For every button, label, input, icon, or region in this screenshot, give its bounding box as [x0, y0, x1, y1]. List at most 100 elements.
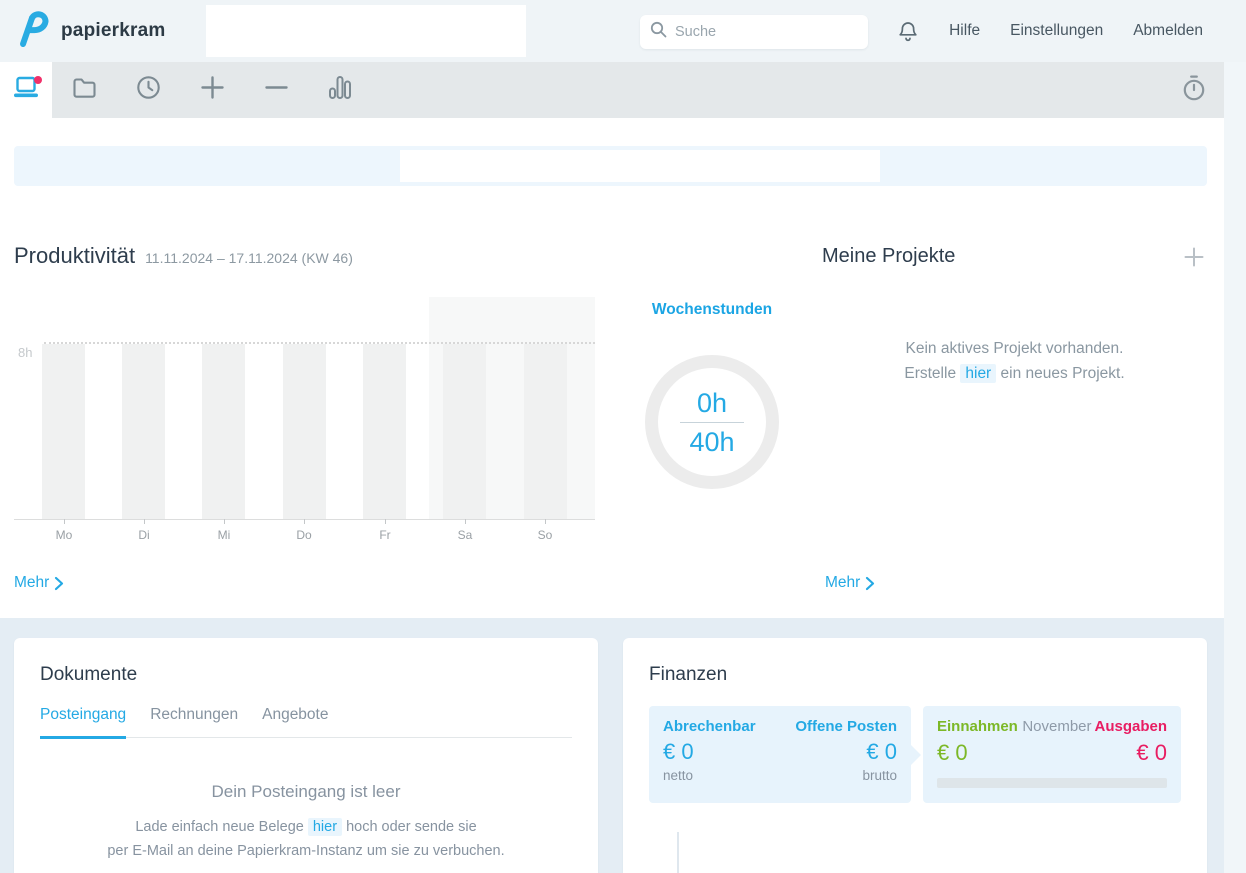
axis-tick — [224, 519, 225, 524]
tab-add-income[interactable] — [180, 62, 244, 118]
chevron-right-icon — [865, 576, 875, 591]
month-finance-box[interactable]: Einnahmen November Ausgaben € 0 € 0 — [923, 706, 1181, 803]
day-bar-so — [524, 344, 567, 519]
projects-empty-state: Kein aktives Projekt vorhanden. Erstelle… — [822, 336, 1207, 386]
productivity-more-link[interactable]: Mehr — [14, 574, 64, 592]
income-expense-progress-bar — [937, 778, 1167, 788]
axis-tick — [304, 519, 305, 524]
tab-posteingang[interactable]: Posteingang — [40, 706, 126, 739]
billable-box-arrow — [910, 744, 921, 766]
papierkram-dashboard: papierkram Hilfe Einstellungen Abmelden — [0, 0, 1246, 873]
week-hours-title: Wochenstunden — [631, 301, 793, 319]
week-hours-target: 40h — [689, 427, 734, 457]
help-link[interactable]: Hilfe — [949, 22, 980, 40]
gauge-divider — [680, 422, 744, 423]
inbox-empty-text: Lade einfach neue Belege hier hoch oder … — [40, 815, 572, 863]
info-banner — [14, 146, 1207, 186]
billable-box[interactable]: Abrechenbar Offene Posten € 0 € 0 netto … — [649, 706, 911, 803]
target-hours-label: 8h — [18, 345, 32, 360]
inbox-empty-line2: per E-Mail an deine Papierkram-Instanz u… — [107, 843, 504, 859]
day-label-mi: Mi — [204, 528, 244, 542]
tab-dashboard[interactable] — [0, 62, 52, 118]
tab-angebote[interactable]: Angebote — [262, 706, 328, 737]
redacted-banner-content — [400, 150, 880, 182]
day-bar-fr — [363, 344, 406, 519]
header-menu: Hilfe Einstellungen Abmelden — [897, 0, 1203, 62]
day-bar-mi — [202, 344, 245, 519]
minus-icon — [264, 75, 289, 105]
expenses-value: € 0 — [1136, 740, 1167, 766]
app-header: papierkram Hilfe Einstellungen Abmelden — [0, 0, 1246, 62]
upload-receipt-link[interactable]: hier — [308, 818, 342, 836]
add-project-plus-icon — [1184, 247, 1204, 267]
billable-label: Abrechenbar — [663, 718, 756, 735]
axis-tick — [144, 519, 145, 524]
projects-empty-line1: Kein aktives Projekt vorhanden. — [906, 340, 1124, 357]
day-label-so: So — [525, 528, 565, 542]
income-value: € 0 — [937, 740, 968, 766]
finances-chart-axis — [677, 832, 679, 873]
day-label-fr: Fr — [365, 528, 405, 542]
axis-tick — [385, 519, 386, 524]
day-bar-di — [122, 344, 165, 519]
open-items-gross-label: brutto — [862, 768, 897, 783]
redacted-header-panel — [206, 5, 526, 57]
search-input[interactable] — [675, 24, 845, 40]
projects-more-link[interactable]: Mehr — [825, 574, 875, 592]
productivity-date-range: 11.11.2024 – 17.11.2024 (KW 46) — [145, 250, 353, 266]
day-bar-mo — [42, 344, 85, 519]
clock-icon — [136, 75, 161, 105]
logout-link[interactable]: Abmelden — [1133, 22, 1203, 40]
brand-name: papierkram — [61, 20, 165, 42]
create-project-link[interactable]: hier — [960, 364, 996, 383]
week-hours-current: 0h — [697, 388, 727, 418]
tab-projects[interactable] — [52, 62, 116, 118]
more-label: Mehr — [825, 574, 860, 592]
plus-icon — [200, 75, 225, 105]
axis-tick — [545, 519, 546, 524]
folder-icon — [72, 77, 97, 104]
search-bar[interactable] — [640, 15, 868, 49]
notifications-bell-icon[interactable] — [897, 20, 919, 43]
notification-dot — [34, 76, 42, 84]
timer-button[interactable] — [1181, 62, 1207, 118]
tab-rechnungen[interactable]: Rechnungen — [150, 706, 238, 737]
papierkram-logo[interactable]: papierkram — [12, 0, 165, 62]
tab-add-expense[interactable] — [244, 62, 308, 118]
main-toolbar — [0, 62, 1224, 118]
day-label-do: Do — [284, 528, 324, 542]
axis-tick — [64, 519, 65, 524]
more-label: Mehr — [14, 574, 49, 592]
stopwatch-icon — [1181, 74, 1207, 107]
productivity-title: Produktivität — [14, 243, 135, 269]
day-label-di: Di — [124, 528, 164, 542]
month-label: November — [1022, 718, 1091, 735]
day-bar-do — [283, 344, 326, 519]
settings-link[interactable]: Einstellungen — [1010, 22, 1103, 40]
right-gutter — [1224, 62, 1246, 873]
add-project-button[interactable] — [1183, 246, 1205, 268]
income-month-labels: Einnahmen November — [937, 718, 1092, 736]
documents-card: Dokumente Posteingang Rechnungen Angebot… — [14, 638, 598, 873]
documents-tabs: Posteingang Rechnungen Angebote — [40, 706, 572, 738]
finances-card: Finanzen Abrechenbar Offene Posten € 0 €… — [623, 638, 1207, 873]
inbox-empty-state: Dein Posteingang ist leer Lade einfach n… — [40, 782, 572, 863]
documents-title: Dokumente — [40, 664, 572, 686]
expenses-label: Ausgaben — [1094, 718, 1167, 735]
billable-net-label: netto — [663, 768, 693, 783]
week-hours-gauge: 0h 40h — [645, 355, 779, 489]
inbox-empty-line1-suffix: hoch oder sende sie — [346, 819, 477, 835]
open-items-label: Offene Posten — [795, 718, 897, 735]
billable-value: € 0 — [663, 739, 694, 765]
tab-time-tracking[interactable] — [116, 62, 180, 118]
papierkram-logo-icon — [12, 9, 52, 54]
day-bar-sa — [443, 344, 486, 519]
inbox-empty-line1-prefix: Lade einfach neue Belege — [135, 819, 304, 835]
bar-chart-icon — [328, 75, 352, 105]
finances-summary: Abrechenbar Offene Posten € 0 € 0 netto … — [649, 706, 1181, 803]
tab-reports[interactable] — [308, 62, 372, 118]
day-label-mo: Mo — [44, 528, 84, 542]
open-items-value: € 0 — [866, 739, 897, 765]
projects-empty-line2-prefix: Erstelle — [904, 365, 956, 382]
day-label-sa: Sa — [445, 528, 485, 542]
